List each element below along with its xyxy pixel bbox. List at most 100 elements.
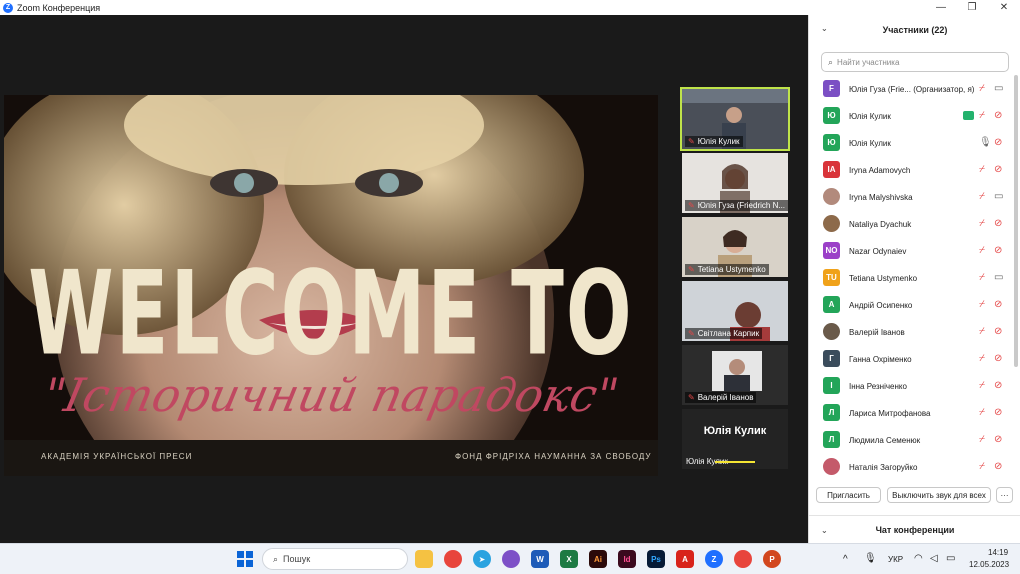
clock-date[interactable]: 12.05.2023 [969,560,1009,569]
screen-share-icon [963,111,974,120]
participant-row[interactable]: Наталія Загоруйко ⌿ ⊘ [809,454,1015,481]
file-explorer-icon[interactable] [415,550,433,568]
camera-off-icon[interactable]: ⊘ [994,326,1002,337]
participant-row[interactable]: Ю Юлія Кулик ⌿ ⊘ [809,103,1015,130]
participant-row[interactable]: Nataliya Dyachuk ⌿ ⊘ [809,211,1015,238]
microphone-muted-icon[interactable]: ⌿ [979,272,985,283]
participant-name: Лариса Митрофанова [849,409,931,418]
camera-off-icon[interactable]: ⊘ [994,380,1002,391]
participant-row[interactable]: Л Лариса Митрофанова ⌿ ⊘ [809,400,1015,427]
camera-off-icon[interactable]: ⊘ [994,110,1002,121]
wifi-icon[interactable]: ◠ [914,553,923,564]
excel-icon[interactable]: X [560,550,578,568]
taskbar-search-input[interactable]: ⌕ Пошук [262,548,408,570]
participant-search-input[interactable]: ⌕ Найти участника [821,52,1009,72]
participant-row[interactable]: F Юлія Гуза (Frie... (Организатор, я) ⌿ ▭ [809,76,1015,103]
participant-row[interactable]: Валерій Іванов ⌿ ⊘ [809,319,1015,346]
word-icon[interactable]: W [531,550,549,568]
camera-off-icon[interactable]: ⊘ [994,461,1002,472]
avatar: Ю [823,107,840,124]
camera-off-icon[interactable]: ⊘ [994,407,1002,418]
camera-off-icon[interactable]: ⊘ [994,353,1002,364]
scrollbar[interactable] [1014,75,1018,367]
participant-row[interactable]: А Андрій Осипенко ⌿ ⊘ [809,292,1015,319]
video-tile[interactable]: ✎ Світлана Карпик [682,281,788,341]
participant-row[interactable]: Ю Юлія Кулик 🎙 ⊘ [809,130,1015,157]
meeting-area: WELCOME TO "Історичний парадокс" АКАДЕМІ… [0,15,808,543]
camera-icon[interactable]: ▭ [994,83,1003,94]
participant-row[interactable]: Г Ганна Охріменко ⌿ ⊘ [809,346,1015,373]
microphone-muted-icon[interactable]: ⌿ [979,245,985,256]
microphone-icon[interactable]: 🎙 [979,137,992,148]
camera-off-icon[interactable]: ⊘ [994,218,1002,229]
close-button[interactable]: ✕ [989,0,1019,15]
chevron-down-icon[interactable]: ⌄ [821,24,828,33]
microphone-muted-icon[interactable]: ⌿ [979,83,985,94]
microphone-muted-icon[interactable]: ⌿ [979,164,985,175]
windows-start-icon[interactable] [237,551,253,567]
video-tile[interactable]: ✎ Юлія Гуза (Friedrich N... [682,153,788,213]
microphone-muted-icon[interactable]: ⌿ [979,110,985,121]
participant-row[interactable]: NO Nazar Odynaiev ⌿ ⊘ [809,238,1015,265]
participant-row[interactable]: TU Tetiana Ustymenko ⌿ ▭ [809,265,1015,292]
participant-row[interactable]: IA Iryna Adamovych ⌿ ⊘ [809,157,1015,184]
avatar-photo [823,323,840,340]
chrome-icon[interactable] [734,550,752,568]
more-options-button[interactable]: ··· [996,487,1013,503]
video-tile[interactable]: ✎ Tetiana Ustymenko [682,217,788,277]
camera-off-icon[interactable]: ⊘ [994,245,1002,256]
participant-name: Інна Резніченко [849,382,907,391]
microphone-muted-icon[interactable]: ⌿ [979,218,985,229]
photoshop-icon[interactable]: Ps [647,550,665,568]
participant-name: Юлія Кулик [849,139,891,148]
powerpoint-icon[interactable]: P [763,550,781,568]
microphone-muted-icon[interactable]: ⌿ [979,353,985,364]
microphone-muted-icon[interactable]: ⌿ [979,434,985,445]
illustrator-icon[interactable]: Ai [589,550,607,568]
title-bar: Z Zoom Конференция — ❐ ✕ [0,0,1020,15]
camera-off-icon[interactable]: ⊘ [994,434,1002,445]
clock-time[interactable]: 14:19 [988,548,1008,557]
invite-button[interactable]: Пригласить [816,487,881,503]
taskbar: ⌕ Пошук ➤ W X Ai Id Ps A Z P ^ 🎙 УКР ◠ ◁… [0,543,1020,574]
camera-icon[interactable]: ▭ [994,191,1003,202]
shared-screen: WELCOME TO "Історичний парадокс" [4,95,658,440]
microphone-icon[interactable]: 🎙 [864,553,877,564]
restore-button[interactable]: ❐ [957,0,987,15]
video-tile[interactable]: ✎ Валерій Іванов [682,345,788,405]
microphone-muted-icon[interactable]: ⌿ [979,326,985,337]
microphone-muted-icon[interactable]: ⌿ [979,191,985,202]
chat-header[interactable]: ⌄ Чат конференции [809,515,1020,543]
chrome-icon[interactable] [444,550,462,568]
participant-row[interactable]: І Інна Резніченко ⌿ ⊘ [809,373,1015,400]
mic-muted-icon: ✎ [688,265,695,274]
mute-all-button[interactable]: Выключить звук для всех [887,487,991,503]
indesign-icon[interactable]: Id [618,550,636,568]
video-tile[interactable]: Юлія Кулик Юлія Кулик [682,409,788,469]
participant-name: Андрій Осипенко [849,301,913,310]
zoom-icon[interactable]: Z [705,550,723,568]
avatar: TU [823,269,840,286]
minimize-button[interactable]: — [926,0,956,15]
viber-icon[interactable] [502,550,520,568]
camera-off-icon[interactable]: ⊘ [994,164,1002,175]
telegram-icon[interactable]: ➤ [473,550,491,568]
battery-icon[interactable]: ▭ [946,553,955,564]
microphone-muted-icon[interactable]: ⌿ [979,299,985,310]
participant-row[interactable]: Л Людмила Семенюк ⌿ ⊘ [809,427,1015,454]
language-indicator[interactable]: УКР [888,555,903,564]
video-tile[interactable]: ✎ Юлія Кулик [680,87,790,151]
camera-off-icon[interactable]: ⊘ [994,137,1002,148]
participant-row[interactable]: Iryna Malyshivska ⌿ ▭ [809,184,1015,211]
camera-icon[interactable]: ▭ [994,272,1003,283]
slide-headline: WELCOME TO [28,247,634,382]
chevron-up-icon[interactable]: ^ [843,554,848,565]
avatar: І [823,377,840,394]
acrobat-icon[interactable]: A [676,550,694,568]
avatar-photo [823,188,840,205]
microphone-muted-icon[interactable]: ⌿ [979,407,985,418]
microphone-muted-icon[interactable]: ⌿ [979,461,985,472]
microphone-muted-icon[interactable]: ⌿ [979,380,985,391]
volume-icon[interactable]: ◁ [930,553,938,564]
camera-off-icon[interactable]: ⊘ [994,299,1002,310]
